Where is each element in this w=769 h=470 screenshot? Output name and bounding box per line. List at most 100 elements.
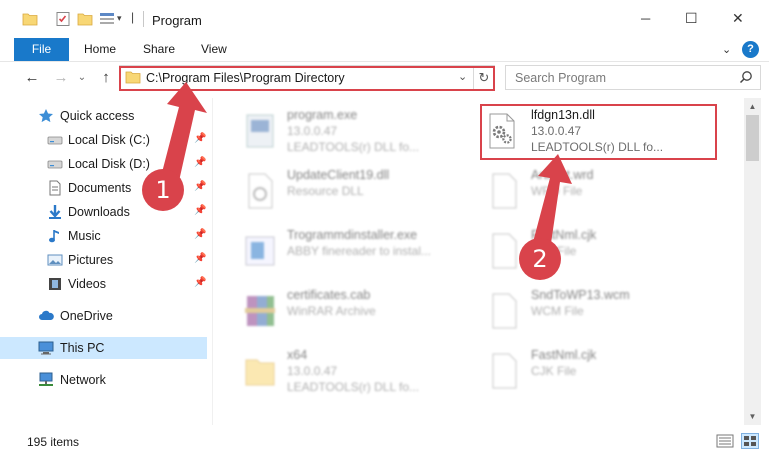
- sidebar-item-label: Local Disk (D:): [68, 157, 150, 171]
- sidebar-item-music[interactable]: Music 📌: [0, 225, 207, 247]
- pin-icon[interactable]: 📌: [194, 133, 206, 144]
- folder-icon: [22, 13, 38, 26]
- file-name: Trogrammdinstaller.exe: [287, 228, 418, 242]
- pin-icon[interactable]: 📌: [194, 205, 206, 216]
- search-box[interactable]: Search Program: [505, 65, 761, 90]
- sidebar-item-label: Pictures: [68, 253, 114, 267]
- file-name: Artifact.wrd: [531, 168, 594, 182]
- tiles-view-icon[interactable]: [741, 433, 759, 449]
- documents-icon: [49, 180, 61, 196]
- sidebar-item-local-disk-c[interactable]: Local Disk (C:) 📌: [0, 129, 207, 151]
- close-button[interactable]: ✕: [732, 10, 752, 30]
- customize-icon[interactable]: [99, 11, 115, 27]
- computer-icon: [38, 341, 54, 355]
- search-input[interactable]: Search Program: [515, 71, 606, 85]
- qat-sep-icon: |: [131, 10, 135, 24]
- file-item[interactable]: FastNml.cjk CJK File: [467, 224, 717, 280]
- file-description: LEADTOOLS(r) DLL fo...: [287, 140, 420, 154]
- title-bar: ▾ | Program ─ ☐ ✕: [0, 0, 769, 38]
- pin-icon[interactable]: 📌: [194, 181, 206, 192]
- file-item[interactable]: x64 13.0.0.47 LEADTOOLS(r) DLL fo...: [223, 344, 473, 400]
- new-folder-icon[interactable]: [77, 11, 93, 27]
- file-description: ABBY finereader to instal...: [287, 244, 431, 258]
- file-item[interactable]: SndToWP13.wcm WCM File: [467, 284, 717, 340]
- recent-locations-button[interactable]: ⌄: [72, 68, 92, 88]
- cloud-icon: [39, 310, 54, 320]
- sidebar-item-pictures[interactable]: Pictures 📌: [0, 249, 207, 271]
- music-icon: [49, 230, 59, 243]
- file-name: program.exe: [287, 108, 358, 122]
- file-name: SndToWP13.wcm: [531, 288, 630, 302]
- step-badge-1: 1: [142, 169, 184, 211]
- file-item[interactable]: Trogrammdinstaller.exe ABBY finereader t…: [223, 224, 473, 280]
- pane-divider[interactable]: [212, 98, 213, 425]
- minimize-button[interactable]: ─: [641, 11, 661, 31]
- sidebar-item-label: Videos: [68, 277, 106, 291]
- file-type: WCM File: [531, 304, 584, 318]
- sidebar-item-network[interactable]: Network: [0, 369, 207, 391]
- file-type: CJK File: [531, 364, 577, 378]
- properties-icon[interactable]: [55, 11, 71, 27]
- sidebar-item-label: This PC: [60, 341, 105, 355]
- file-item[interactable]: Artifact.wrd WRD File: [467, 164, 717, 220]
- maximize-button[interactable]: ☐: [685, 10, 705, 30]
- installer-file-icon: [245, 236, 275, 266]
- sidebar-item-label: Music: [68, 229, 101, 243]
- pin-icon[interactable]: 📌: [194, 157, 206, 168]
- sidebar-item-label: Documents: [68, 181, 132, 195]
- file-item[interactable]: FastNml.cjk CJK File: [467, 344, 717, 400]
- sidebar-item-local-disk-d[interactable]: Local Disk (D:) 📌: [0, 153, 207, 175]
- back-button[interactable]: ←: [22, 68, 42, 88]
- sidebar-item-label: Downloads: [68, 205, 130, 219]
- folder-icon: [245, 359, 275, 386]
- forward-button[interactable]: →: [51, 68, 71, 88]
- tab-file[interactable]: File: [14, 38, 69, 61]
- pin-icon[interactable]: 📌: [194, 277, 206, 288]
- file-description: LEADTOOLS(r) DLL fo...: [287, 380, 420, 394]
- archive-file-icon: [245, 296, 275, 326]
- pin-icon[interactable]: 📌: [194, 229, 206, 240]
- generic-file-icon: [492, 173, 517, 209]
- tab-home[interactable]: Home: [84, 42, 116, 56]
- sidebar-item-this-pc[interactable]: This PC: [0, 337, 207, 359]
- pictures-icon: [47, 254, 63, 266]
- file-name: certificates.cab: [287, 288, 371, 302]
- scroll-down-icon[interactable]: ▼: [744, 408, 761, 425]
- file-item[interactable]: certificates.cab WinRAR Archive: [223, 284, 473, 340]
- details-view-icon[interactable]: [716, 433, 734, 449]
- sidebar-item-label: OneDrive: [60, 309, 113, 323]
- ribbon-tabs: File Home Share View ⌄ ?: [0, 38, 769, 61]
- pin-icon[interactable]: 📌: [194, 253, 206, 264]
- file-item[interactable]: UpdateClient19.dll Resource DLL: [223, 164, 473, 220]
- sidebar-item-label: Network: [60, 373, 106, 387]
- sidebar-item-videos[interactable]: Videos 📌: [0, 273, 207, 295]
- scroll-thumb[interactable]: [746, 115, 759, 161]
- sidebar-item-onedrive[interactable]: OneDrive: [0, 305, 207, 327]
- step-badge-2: 2: [519, 238, 561, 280]
- file-name: x64: [287, 348, 308, 362]
- generic-file-icon: [492, 353, 517, 389]
- ribbon-expand-icon[interactable]: ⌄: [722, 43, 731, 56]
- navigation-pane: Quick access Local Disk (C:) 📌 Local Dis…: [0, 98, 212, 425]
- help-button[interactable]: ?: [742, 41, 759, 58]
- file-highlight-box: [480, 104, 717, 160]
- downloads-icon: [49, 205, 61, 219]
- file-version: 13.0.0.47: [287, 364, 338, 378]
- file-name: FastNml.cjk: [531, 348, 597, 362]
- search-icon[interactable]: [739, 70, 753, 84]
- sidebar-item-label: Quick access: [60, 109, 135, 123]
- up-button[interactable]: ↑: [96, 68, 116, 88]
- file-name: UpdateClient19.dll: [287, 168, 390, 182]
- sidebar-item-quick-access[interactable]: Quick access: [0, 105, 207, 127]
- tab-share[interactable]: Share: [143, 42, 175, 56]
- vertical-scrollbar[interactable]: ▲ ▼: [744, 98, 761, 425]
- window-title: Program: [152, 13, 202, 28]
- file-item[interactable]: program.exe 13.0.0.47 LEADTOOLS(r) DLL f…: [223, 104, 473, 160]
- file-version: 13.0.0.47: [287, 124, 338, 138]
- tab-view[interactable]: View: [201, 42, 227, 56]
- title-divider: [143, 11, 144, 27]
- scroll-up-icon[interactable]: ▲: [744, 98, 761, 115]
- qat-dropdown-icon[interactable]: ▾: [117, 13, 122, 24]
- network-icon: [39, 372, 53, 386]
- dll-file-icon: [248, 173, 273, 209]
